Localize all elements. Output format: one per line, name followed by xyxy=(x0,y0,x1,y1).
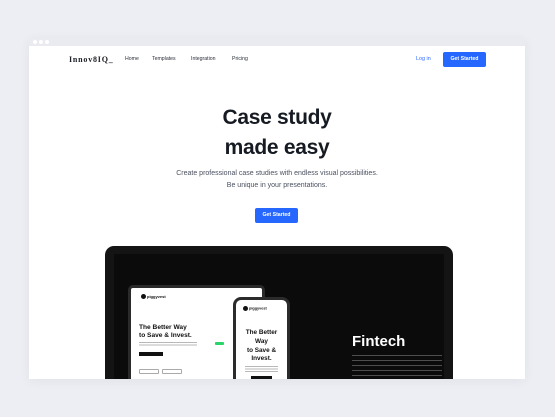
phone-brand-name: piggyvest xyxy=(249,306,267,311)
phone-headline-line4: Invest. xyxy=(251,355,272,363)
hero-subtitle-line2: Be unique in your presentations. xyxy=(226,182,328,189)
brand-mark-icon xyxy=(243,306,248,311)
nav-link-templates[interactable]: Templates xyxy=(152,56,176,62)
window-dot-icon[interactable] xyxy=(39,40,43,44)
brand-logo[interactable]: Innov8IQ_ xyxy=(69,55,114,64)
hero-title-line2: made easy xyxy=(224,136,330,159)
phone-cta-bar xyxy=(251,376,272,379)
desktop-headline-line2: to Save & Invest. xyxy=(139,332,192,339)
hero-subtitle-line1: Create professional case studies with en… xyxy=(176,170,378,177)
login-link[interactable]: Log in xyxy=(416,56,431,62)
nav-link-pricing[interactable]: Pricing xyxy=(232,56,248,62)
desktop-headline-line1: The Better Way xyxy=(139,324,187,331)
hero-get-started-button[interactable]: Get Started xyxy=(255,208,298,223)
brand-mark-icon xyxy=(141,294,146,300)
phone-body-text-lines xyxy=(245,366,278,372)
window-titlebar xyxy=(29,38,525,46)
top-nav: Innov8IQ_ Home Templates Integration Pri… xyxy=(29,51,525,69)
window-dot-icon[interactable] xyxy=(45,40,49,44)
laptop-screen: piggyvest The Better Way to Save & Inves… xyxy=(114,254,444,379)
preview-brand-logo: piggyvest xyxy=(141,294,166,300)
phone-headline-line3: to Save & xyxy=(246,346,277,354)
phone-headline: The Better Way to Save & Invest. xyxy=(236,329,287,364)
nav-get-started-button[interactable]: Get Started xyxy=(443,52,486,67)
nav-link-home[interactable]: Home xyxy=(125,56,139,62)
app-store-badge-icon xyxy=(139,369,159,374)
store-badges xyxy=(139,361,185,379)
category-title: Fintech xyxy=(352,333,406,350)
phone-brand-logo: piggyvest xyxy=(243,306,267,311)
phone-headline-line1: The Better xyxy=(245,329,278,336)
preview-brand-name: piggyvest xyxy=(147,294,166,299)
hero-title-line1: Case study xyxy=(222,106,332,129)
desktop-body-text-lines xyxy=(139,342,197,347)
play-store-badge-icon xyxy=(162,369,182,374)
desktop-cta-bar xyxy=(139,352,163,356)
browser-window: Innov8IQ_ Home Templates Integration Pri… xyxy=(29,38,525,379)
phone-preview: piggyvest The Better Way to Save & Inves… xyxy=(233,297,290,379)
green-accent-chip xyxy=(215,342,224,345)
category-description-lines xyxy=(352,355,442,379)
desktop-headline: The Better Way to Save & Invest. xyxy=(139,324,209,340)
phone-headline-line2: Way xyxy=(255,337,268,345)
laptop-mockup: piggyvest The Better Way to Save & Inves… xyxy=(105,246,453,379)
window-dot-icon[interactable] xyxy=(33,40,37,44)
nav-link-integration[interactable]: Integration xyxy=(191,56,216,62)
